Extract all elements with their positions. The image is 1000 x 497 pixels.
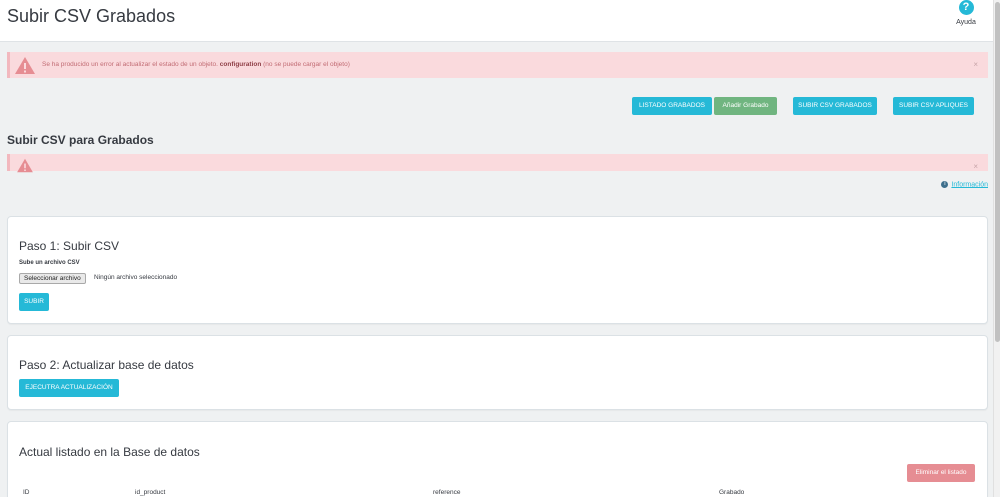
page-title: Subir CSV Grabados	[7, 6, 176, 26]
error-suffix: (no se puede cargar el objeto)	[263, 61, 350, 68]
warning-icon	[15, 57, 35, 74]
column-header-reference[interactable]: reference	[433, 489, 460, 496]
column-header-grabado[interactable]: Grabado	[719, 489, 744, 496]
listado-title: Actual listado en la Base de datos	[19, 445, 200, 459]
info-icon: i	[941, 181, 949, 188]
anadir-grabado-button[interactable]: Añadir Grabado	[714, 97, 777, 115]
paso2-panel: Paso 2: Actualizar base de datos EJECUTR…	[7, 335, 988, 410]
error-alert: Se ha producido un error al actualizar e…	[7, 52, 988, 78]
csv-field-label: Sube un archivo CSV	[19, 260, 80, 266]
scrollbar-thumb[interactable]	[995, 2, 1000, 342]
page-header: Subir CSV Grabados ? Ayuda	[0, 0, 993, 42]
close-icon[interactable]: ×	[973, 60, 978, 69]
file-status: Ningún archivo seleccionado	[94, 274, 178, 281]
help-button[interactable]: ? Ayuda	[946, 0, 986, 26]
paso2-title: Paso 2: Actualizar base de datos	[19, 358, 194, 372]
question-icon: ?	[958, 0, 974, 15]
column-header-id[interactable]: ID	[23, 489, 30, 496]
informacion-label: Información	[951, 181, 988, 189]
paso1-title: Paso 1: Subir CSV	[19, 239, 120, 253]
ejecutar-actualizacion-button[interactable]: EJECUTRA ACTUALIZACIÓN	[19, 379, 119, 397]
informacion-link[interactable]: i Información	[941, 181, 988, 188]
error-message: Se ha producido un error al actualizar e…	[42, 61, 350, 68]
file-select-button[interactable]: Seleccionar archivo	[19, 273, 86, 284]
error-object: configuration	[219, 61, 262, 68]
column-header-id-product[interactable]: id_product	[135, 489, 165, 496]
warning-icon	[17, 158, 33, 173]
help-label: Ayuda	[956, 19, 976, 26]
eliminar-listado-button[interactable]: Eliminar el listado	[907, 464, 975, 482]
scrollbar[interactable]	[993, 0, 1000, 497]
paso1-panel: Paso 1: Subir CSV Sube un archivo CSV Se…	[7, 216, 988, 324]
listado-panel: Actual listado en la Base de datos Elimi…	[7, 421, 988, 497]
subir-csv-apliques-button[interactable]: SUBIR CSV APLIQUES	[893, 97, 974, 115]
subir-csv-grabados-button[interactable]: SUBIR CSV GRABADOS	[793, 97, 877, 115]
empty-alert: ×	[7, 154, 988, 173]
error-prefix: Se ha producido un error al actualizar e…	[42, 61, 218, 68]
subir-button[interactable]: SUBIR	[19, 293, 49, 311]
section-title: Subir CSV para Grabados	[7, 133, 154, 147]
close-icon[interactable]: ×	[973, 162, 978, 171]
listado-grabados-button[interactable]: LISTADO GRABADOS	[632, 97, 712, 115]
